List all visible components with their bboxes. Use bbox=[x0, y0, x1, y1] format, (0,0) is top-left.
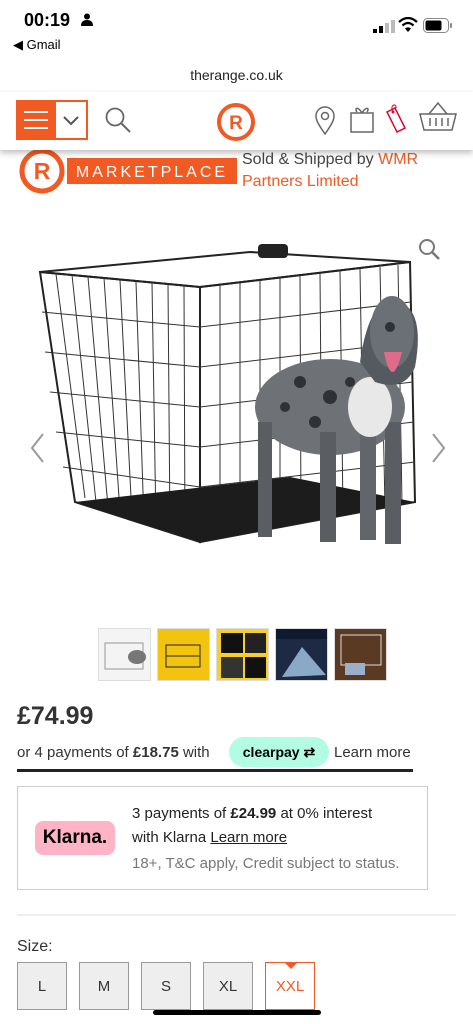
klarna-terms: 18+, T&C apply, Credit subject to status… bbox=[132, 855, 400, 872]
basket-icon[interactable] bbox=[418, 100, 458, 134]
klarna-box: Klarna. 3 payments of £24.99 at 0% inter… bbox=[17, 786, 428, 890]
clearpay-badge: clearpay ⇄ bbox=[229, 737, 329, 767]
person-icon bbox=[81, 13, 93, 26]
next-image-arrow[interactable] bbox=[428, 430, 448, 466]
klarna-badge: Klarna. bbox=[35, 821, 115, 855]
search-icon[interactable] bbox=[104, 106, 132, 134]
product-image[interactable] bbox=[30, 232, 440, 607]
range-logo[interactable]: R bbox=[216, 102, 256, 142]
site-header: R bbox=[0, 92, 473, 150]
size-option-l[interactable]: L bbox=[17, 962, 67, 1010]
signal-icon bbox=[373, 20, 395, 33]
sold-label: Sold & Shipped by bbox=[242, 151, 379, 168]
product-price: £74.99 bbox=[17, 702, 94, 730]
wifi-icon bbox=[398, 17, 418, 32]
thumbnail[interactable] bbox=[157, 628, 210, 681]
image-thumbnails bbox=[98, 628, 387, 681]
chevron-down-icon bbox=[63, 116, 79, 126]
size-option-xl[interactable]: XL bbox=[203, 962, 253, 1010]
klarna-learn-more[interactable]: Learn more bbox=[210, 829, 287, 846]
back-to-gmail[interactable]: ◀ Gmail bbox=[13, 37, 61, 53]
dropdown-button[interactable] bbox=[56, 100, 88, 140]
status-time: 00:19 bbox=[24, 10, 71, 30]
selected-marker-icon bbox=[284, 962, 298, 969]
clearpay-learn-more[interactable]: Learn more bbox=[334, 744, 411, 761]
size-option-xxl[interactable]: XXL bbox=[265, 962, 315, 1010]
clearpay-text: or 4 payments of £18.75 with bbox=[17, 744, 210, 761]
svg-text:R: R bbox=[34, 158, 51, 184]
marketplace-logo: R MARKETPLACE bbox=[19, 148, 237, 194]
prev-image-arrow[interactable] bbox=[28, 430, 48, 466]
thumbnail[interactable] bbox=[334, 628, 387, 681]
address-bar[interactable]: therange.co.uk bbox=[0, 60, 473, 90]
status-bar: 00:19 ◀ Gmail bbox=[0, 0, 473, 60]
price-tag-icon[interactable] bbox=[383, 102, 409, 136]
thumbnail[interactable] bbox=[216, 628, 269, 681]
klarna-line1: 3 payments of £24.99 at 0% interest bbox=[132, 805, 373, 822]
gift-icon[interactable] bbox=[349, 104, 375, 134]
location-pin-icon[interactable] bbox=[314, 106, 336, 136]
size-label: Size: bbox=[17, 938, 53, 955]
divider bbox=[17, 914, 456, 916]
home-indicator bbox=[153, 1010, 321, 1015]
size-options: L M S XL XXL bbox=[17, 962, 315, 1010]
menu-button[interactable] bbox=[16, 100, 56, 140]
clearpay-info: or 4 payments of £18.75 with clearpay ⇄ … bbox=[17, 737, 413, 772]
svg-text:MARKETPLACE: MARKETPLACE bbox=[76, 164, 228, 181]
size-option-m[interactable]: M bbox=[79, 962, 129, 1010]
battery-icon bbox=[423, 18, 452, 33]
klarna-line2: with Klarna Learn more bbox=[132, 829, 288, 846]
thumbnail[interactable] bbox=[98, 628, 151, 681]
size-option-s[interactable]: S bbox=[141, 962, 191, 1010]
seller-info: Sold & Shipped by WMR Partners Limited bbox=[242, 149, 442, 193]
thumbnail[interactable] bbox=[275, 628, 328, 681]
zoom-icon[interactable] bbox=[418, 238, 440, 260]
svg-text:R: R bbox=[229, 113, 243, 134]
